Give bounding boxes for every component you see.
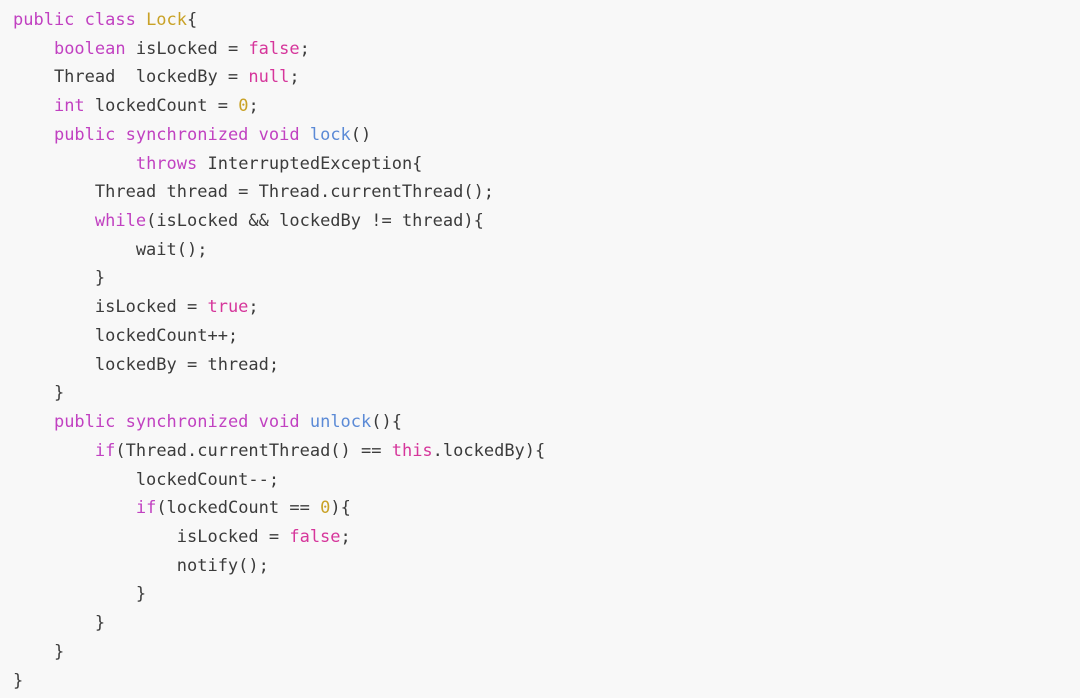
code-token-plain: wait(); (13, 239, 208, 260)
code-token-plain: Thread lockedBy = (13, 67, 249, 88)
code-line: if(Thread.currentThread() == this.locked… (13, 437, 1080, 466)
code-token-plain: Thread thread = Thread.currentThread(); (13, 182, 495, 203)
code-token-punct: ; (289, 67, 300, 88)
code-line: } (13, 580, 1080, 609)
code-line: wait(); (13, 236, 1080, 265)
code-line: Thread thread = Thread.currentThread(); (13, 178, 1080, 207)
code-token-keyword: int (53, 96, 85, 117)
code-token-number: 0 (238, 96, 249, 117)
code-token-punct: ; (248, 297, 259, 318)
code-token-keyword: throws (135, 153, 198, 174)
code-token-plain: lockedCount++; (13, 325, 239, 346)
code-line: int lockedCount = 0; (13, 92, 1080, 121)
code-token-plain: isLocked = (13, 526, 290, 547)
code-token-keyword: if (94, 440, 116, 461)
code-token-punct: } (13, 613, 106, 634)
code-line: } (13, 379, 1080, 408)
code-line: public class Lock{ (13, 6, 1080, 35)
code-line: public synchronized void unlock(){ (13, 408, 1080, 437)
code-line: notify(); (13, 552, 1080, 581)
code-token-punct: { (187, 10, 198, 30)
code-token-punct: (){ (371, 412, 402, 433)
code-line: isLocked = true; (13, 293, 1080, 322)
code-token-literal: false (248, 38, 300, 59)
code-token-classname: Lock (146, 10, 188, 30)
code-line: public synchronized void lock() (13, 121, 1080, 150)
code-token-plain: isLocked = (125, 38, 249, 59)
code-token-punct: } (13, 584, 147, 605)
code-token-plain: isLocked = (13, 297, 208, 318)
code-token-method: lock (309, 124, 351, 145)
code-token-punct: } (13, 641, 65, 662)
code-token-keyword: public synchronized void (53, 412, 300, 433)
code-block[interactable]: public class Lock{ boolean isLocked = fa… (0, 0, 1080, 698)
code-token-punct: ; (299, 38, 310, 59)
code-token-punct: } (13, 383, 65, 404)
code-token-literal: false (289, 526, 341, 547)
code-token-keyword: boolean (53, 38, 126, 59)
code-token-plain: (isLocked && lockedBy != thread){ (146, 211, 484, 232)
code-line: isLocked = false; (13, 523, 1080, 552)
code-token-keyword: public class (13, 10, 147, 30)
code-token-method: unlock (309, 412, 372, 433)
code-line: lockedCount++; (13, 322, 1080, 351)
code-line: while(isLocked && lockedBy != thread){ (13, 207, 1080, 236)
code-line: } (13, 264, 1080, 293)
code-token-plain: lockedBy = thread; (13, 354, 280, 375)
code-token-plain: .lockedBy){ (432, 440, 546, 461)
code-token-plain: (lockedCount == (156, 498, 321, 519)
code-line: boolean isLocked = false; (13, 35, 1080, 64)
code-token-keyword: public synchronized void (53, 124, 300, 145)
code-token-plain: InterruptedException{ (197, 153, 423, 174)
code-token-literal: null (248, 67, 290, 88)
code-line: throws InterruptedException{ (13, 150, 1080, 179)
code-token-literal: true (207, 297, 249, 318)
code-token-punct: ; (248, 96, 259, 117)
code-token-plain: (Thread.currentThread() == (115, 440, 392, 461)
code-token-plain: lockedCount = (84, 96, 239, 117)
code-line: lockedCount--; (13, 466, 1080, 495)
code-token-punct: () (350, 124, 372, 145)
code-line: } (13, 609, 1080, 638)
code-token-punct: ){ (330, 498, 351, 519)
code-token-keyword: if (135, 498, 157, 519)
code-line: lockedBy = thread; (13, 351, 1080, 380)
code-token-plain: lockedCount--; (13, 469, 280, 490)
code-token-keyword: while (94, 211, 147, 232)
code-token-this: this (391, 440, 433, 461)
code-token-punct: } (13, 268, 106, 289)
code-token-punct: ; (340, 526, 351, 547)
code-token-number: 0 (320, 498, 331, 519)
code-line: } (13, 667, 1080, 696)
code-token-plain: notify(); (13, 555, 269, 576)
code-line: if(lockedCount == 0){ (13, 494, 1080, 523)
code-line: Thread lockedBy = null; (13, 63, 1080, 92)
code-line: } (13, 638, 1080, 667)
code-token-punct: } (13, 670, 24, 691)
